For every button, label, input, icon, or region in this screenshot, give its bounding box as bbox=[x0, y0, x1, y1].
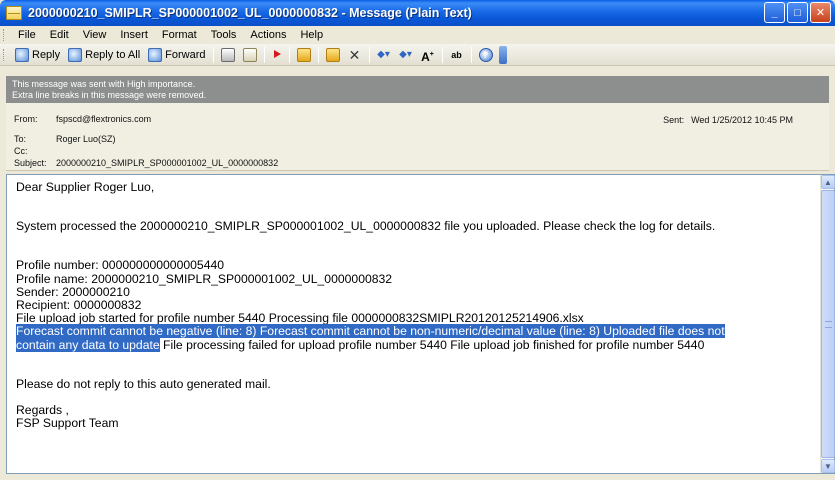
previous-item-button[interactable]: ◆▾ bbox=[373, 45, 395, 65]
forward-button[interactable]: Forward bbox=[144, 45, 209, 65]
reply-button[interactable]: Reply bbox=[11, 45, 64, 65]
subject-label: Subject: bbox=[14, 158, 47, 168]
message-text: Dear Supplier Roger Luo, System processe… bbox=[16, 180, 816, 431]
menu-view[interactable]: View bbox=[76, 29, 114, 41]
scroll-down-button[interactable]: ▼ bbox=[821, 459, 835, 473]
move-to-folder-button[interactable] bbox=[322, 45, 344, 65]
reply-all-label: Reply to All bbox=[85, 48, 141, 61]
follow-up-button[interactable] bbox=[268, 45, 286, 65]
profile-name-line: Profile name: 2000000210_SMIPLR_SP000001… bbox=[16, 271, 393, 286]
failed-text: File processing failed for upload profil… bbox=[159, 337, 705, 352]
to-row: To: Roger Luo(SZ) bbox=[14, 134, 116, 144]
title-bar: 2000000210_SMIPLR_SP000001002_UL_0000000… bbox=[0, 0, 835, 26]
sent-row: Sent: Wed 1/25/2012 10:45 PM bbox=[663, 115, 793, 125]
print-icon bbox=[220, 47, 235, 62]
move-folder-icon bbox=[325, 47, 340, 62]
reply-all-button[interactable]: Reply to All bbox=[64, 45, 144, 65]
scroll-up-button[interactable]: ▲ bbox=[821, 175, 835, 189]
toolbar-separator bbox=[368, 46, 370, 63]
reply-all-icon bbox=[68, 47, 83, 62]
selected-text[interactable]: Forecast commit cannot be negative (line… bbox=[16, 324, 725, 339]
toolbar-separator bbox=[470, 46, 472, 63]
menu-actions[interactable]: Actions bbox=[243, 29, 293, 41]
toolbar-grip[interactable] bbox=[3, 48, 6, 61]
delete-button[interactable]: ✕ bbox=[344, 45, 366, 65]
forward-icon bbox=[148, 47, 163, 62]
from-value[interactable]: fspscd@flextronics.com bbox=[56, 114, 151, 124]
reply-icon bbox=[15, 47, 29, 62]
greeting: Dear Supplier Roger Luo, bbox=[16, 180, 155, 194]
minimize-button[interactable]: _ bbox=[764, 2, 785, 23]
to-value[interactable]: Roger Luo(SZ) bbox=[56, 134, 116, 144]
info-line-importance: This message was sent with High importan… bbox=[12, 79, 196, 89]
sent-value: Wed 1/25/2012 10:45 PM bbox=[691, 115, 793, 125]
from-row: From: fspscd@flextronics.com bbox=[14, 114, 151, 124]
message-body[interactable]: Dear Supplier Roger Luo, System processe… bbox=[6, 174, 835, 474]
vertical-scrollbar[interactable]: ▲ ▼ bbox=[820, 175, 835, 473]
info-line-linebreaks: Extra line breaks in this message were r… bbox=[12, 90, 207, 100]
scrollbar-thumb[interactable] bbox=[821, 190, 835, 458]
subject-value: 2000000210_SMIPLR_SP000001002_UL_0000000… bbox=[56, 158, 279, 168]
profile-number-line: Profile number: 000000000000005440 bbox=[16, 258, 225, 273]
help-button[interactable]: ? bbox=[475, 45, 497, 65]
selected-text[interactable]: contain any data to update bbox=[16, 337, 160, 352]
reply-label: Reply bbox=[32, 48, 61, 61]
toolbar-separator bbox=[288, 46, 290, 63]
menu-edit[interactable]: Edit bbox=[43, 29, 76, 41]
menu-format[interactable]: Format bbox=[155, 29, 204, 41]
signature-line: FSP Support Team bbox=[16, 416, 119, 431]
copy-button[interactable] bbox=[239, 45, 261, 65]
error-line-2: contain any data to update File processi… bbox=[16, 337, 816, 352]
cc-label: Cc: bbox=[14, 146, 28, 156]
noreply-line: Please do not reply to this auto generat… bbox=[16, 376, 271, 391]
info-bar: This message was sent with High importan… bbox=[6, 76, 829, 103]
message-icon bbox=[6, 6, 22, 20]
toolbar-separator bbox=[317, 46, 319, 63]
font-size-button[interactable]: A+ bbox=[417, 45, 439, 65]
flag-icon bbox=[272, 49, 282, 61]
folder-icon bbox=[296, 47, 311, 62]
menu-tools[interactable]: Tools bbox=[204, 29, 244, 41]
to-label: To: bbox=[14, 134, 27, 144]
open-folder-button[interactable] bbox=[293, 45, 315, 65]
menu-insert[interactable]: Insert bbox=[113, 29, 155, 41]
copy-icon bbox=[242, 47, 257, 62]
next-arrow-icon: ◆▾ bbox=[399, 48, 412, 60]
regards-line: Regards , bbox=[16, 403, 69, 418]
forward-label: Forward bbox=[165, 48, 206, 61]
close-button[interactable]: ✕ bbox=[810, 2, 831, 23]
menu-help[interactable]: Help bbox=[293, 29, 330, 41]
intro-line: System processed the 2000000210_SMIPLR_S… bbox=[16, 219, 716, 234]
print-button[interactable] bbox=[217, 45, 239, 65]
window-controls: _ □ ✕ bbox=[764, 2, 831, 23]
menu-bar: File Edit View Insert Format Tools Actio… bbox=[0, 26, 835, 44]
message-header: From: fspscd@flextronics.com Sent: Wed 1… bbox=[6, 103, 829, 171]
toolbar-separator bbox=[263, 46, 265, 63]
next-item-button[interactable]: ◆▾ bbox=[395, 45, 417, 65]
toolbar-separator bbox=[212, 46, 214, 63]
maximize-button[interactable]: □ bbox=[787, 2, 808, 23]
sent-label: Sent: bbox=[663, 115, 685, 125]
encoding-button[interactable]: ab bbox=[446, 45, 468, 65]
previous-arrow-icon: ◆▾ bbox=[377, 48, 390, 60]
encoding-icon: ab bbox=[451, 49, 462, 60]
help-icon: ? bbox=[478, 47, 493, 62]
toolbar-options-chevron-icon[interactable] bbox=[498, 45, 507, 64]
delete-icon: ✕ bbox=[348, 46, 361, 63]
cc-row: Cc: bbox=[14, 146, 56, 156]
from-label: From: bbox=[14, 114, 38, 124]
font-size-icon: A+ bbox=[421, 49, 434, 64]
menu-grip[interactable] bbox=[3, 29, 6, 41]
window-title: 2000000210_SMIPLR_SP000001002_UL_0000000… bbox=[28, 6, 472, 20]
scrollbar-grip-icon bbox=[825, 321, 832, 328]
toolbar: Reply Reply to All Forward ✕ ◆▾ ◆▾ A+ ab… bbox=[0, 44, 835, 66]
subject-row: Subject: 2000000210_SMIPLR_SP000001002_U… bbox=[14, 158, 278, 168]
toolbar-separator bbox=[441, 46, 443, 63]
menu-file[interactable]: File bbox=[11, 29, 43, 41]
